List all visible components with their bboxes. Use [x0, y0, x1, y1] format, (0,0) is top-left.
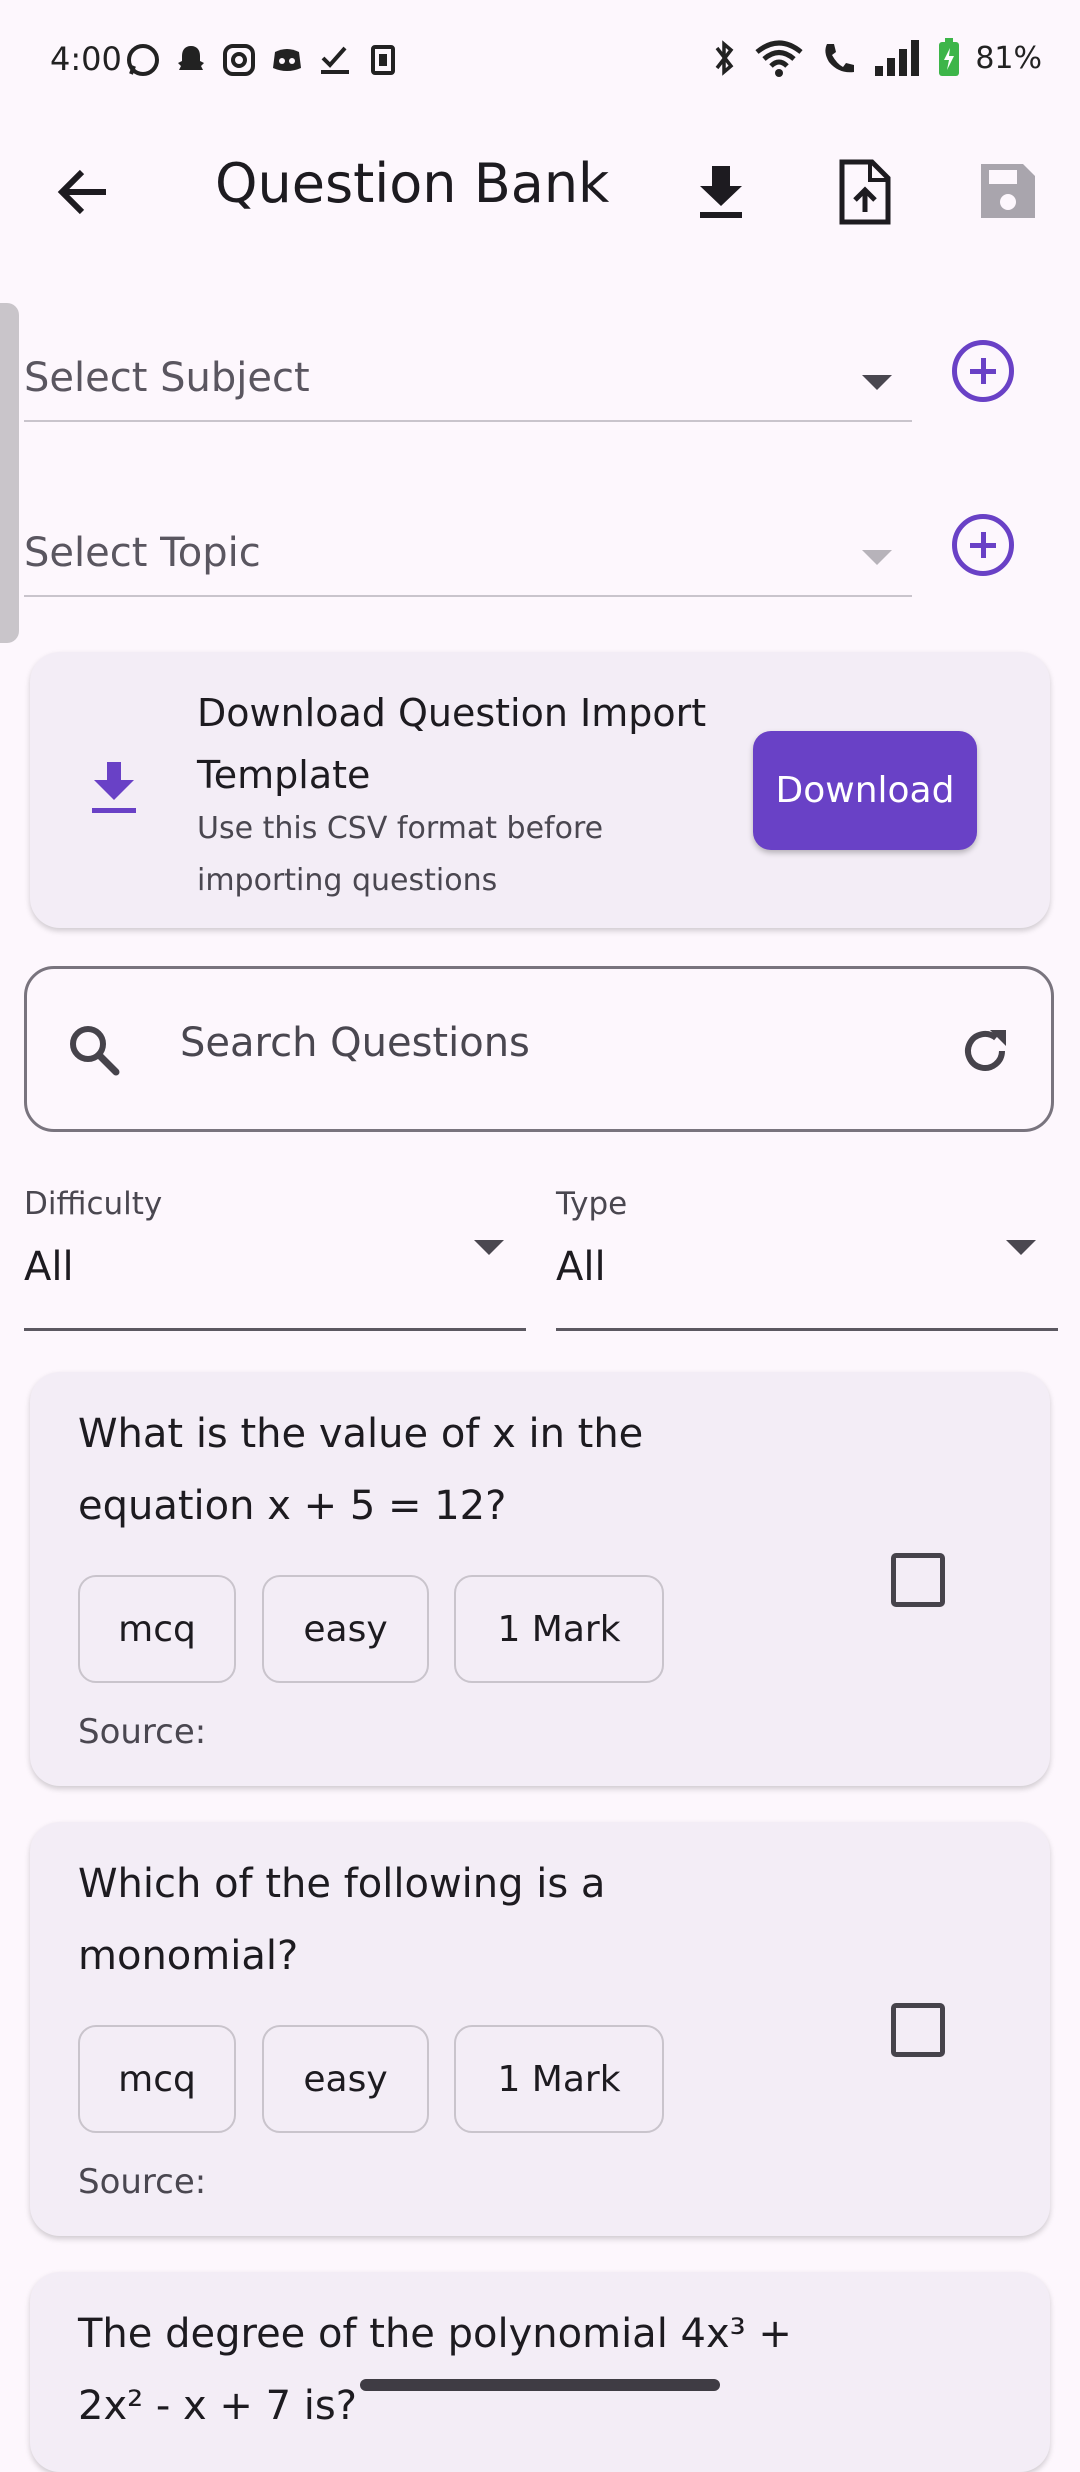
bluetooth-icon: [715, 40, 734, 76]
arrow-back-icon: [57, 169, 106, 215]
difficulty-filter[interactable]: Difficulty All: [24, 1180, 526, 1331]
side-drawer-handle[interactable]: [0, 303, 19, 643]
add-subject-button[interactable]: [952, 340, 1014, 402]
file-upload-icon: [839, 159, 891, 225]
home-indicator[interactable]: [360, 2379, 720, 2391]
template-card-title: Download Question Import Template: [197, 691, 707, 797]
download-icon: [700, 166, 742, 218]
status-bar: 4:00 81%: [0, 0, 1080, 120]
tasks-check-icon: [321, 46, 349, 74]
refresh-icon: [965, 1030, 1006, 1071]
notification-icons: [125, 42, 401, 78]
difficulty-filter-value: All: [24, 1244, 74, 1290]
subject-select-placeholder: Select Subject: [24, 355, 310, 401]
question-type-chip: mcq: [78, 1575, 236, 1683]
signal-icon: [875, 40, 920, 76]
caret-down-icon: [474, 1240, 504, 1255]
instagram-icon: [223, 44, 255, 76]
search-icon: [66, 1022, 122, 1078]
type-filter-value: All: [556, 1244, 606, 1290]
topic-select[interactable]: Select Topic: [24, 500, 912, 597]
topic-select-placeholder: Select Topic: [24, 530, 261, 576]
template-download-icon: [90, 760, 138, 816]
app-square-icon: [371, 45, 395, 75]
difficulty-filter-label: Difficulty: [24, 1186, 163, 1222]
page-title: Question Bank: [215, 152, 610, 215]
caret-down-icon: [1006, 1240, 1036, 1255]
add-topic-button[interactable]: [952, 514, 1014, 576]
system-icons: 81%: [709, 38, 1042, 78]
save-button[interactable]: [977, 160, 1039, 222]
discord-icon: [273, 49, 301, 71]
subject-select[interactable]: Select Subject: [24, 325, 912, 422]
question-marks-chip: 1 Mark: [454, 2025, 664, 2133]
battery-percent: 81%: [975, 40, 1042, 76]
caret-down-icon: [862, 375, 892, 390]
question-source: Source:: [78, 1712, 207, 1752]
snapchat-icon: [178, 46, 204, 70]
import-file-button[interactable]: [834, 158, 896, 226]
save-icon: [981, 164, 1035, 218]
battery-charging-icon: [939, 38, 960, 76]
type-filter-label: Type: [556, 1186, 628, 1222]
back-button[interactable]: [52, 160, 116, 224]
question-source: Source:: [78, 2162, 207, 2202]
template-card-subtitle: Use this CSV format before importing que…: [197, 811, 604, 898]
question-difficulty-chip: easy: [262, 1575, 429, 1683]
download-action-button[interactable]: [690, 160, 752, 222]
search-box[interactable]: [24, 966, 1054, 1132]
question-marks-chip: 1 Mark: [454, 1575, 664, 1683]
question-text: The degree of the polynomial 4x³ + 2x² -…: [78, 2311, 792, 2429]
question-select-checkbox[interactable]: [891, 1553, 945, 1607]
refresh-button[interactable]: [958, 1024, 1012, 1078]
caret-down-icon: [862, 550, 892, 565]
question-type-chip: mcq: [78, 2025, 236, 2133]
question-text: Which of the following is a monomial?: [78, 1861, 606, 1979]
download-template-button[interactable]: Download: [753, 731, 977, 850]
wifi-calling-icon: [825, 44, 855, 73]
question-difficulty-chip: easy: [262, 2025, 429, 2133]
question-select-checkbox[interactable]: [891, 2003, 945, 2057]
question-text: What is the value of x in the equation x…: [78, 1411, 644, 1529]
status-time: 4:00: [50, 40, 122, 78]
search-input[interactable]: Search Questions: [180, 1020, 530, 1066]
type-filter[interactable]: Type All: [556, 1180, 1058, 1331]
whatsapp-icon: [127, 44, 159, 76]
wifi-icon: [755, 40, 803, 77]
